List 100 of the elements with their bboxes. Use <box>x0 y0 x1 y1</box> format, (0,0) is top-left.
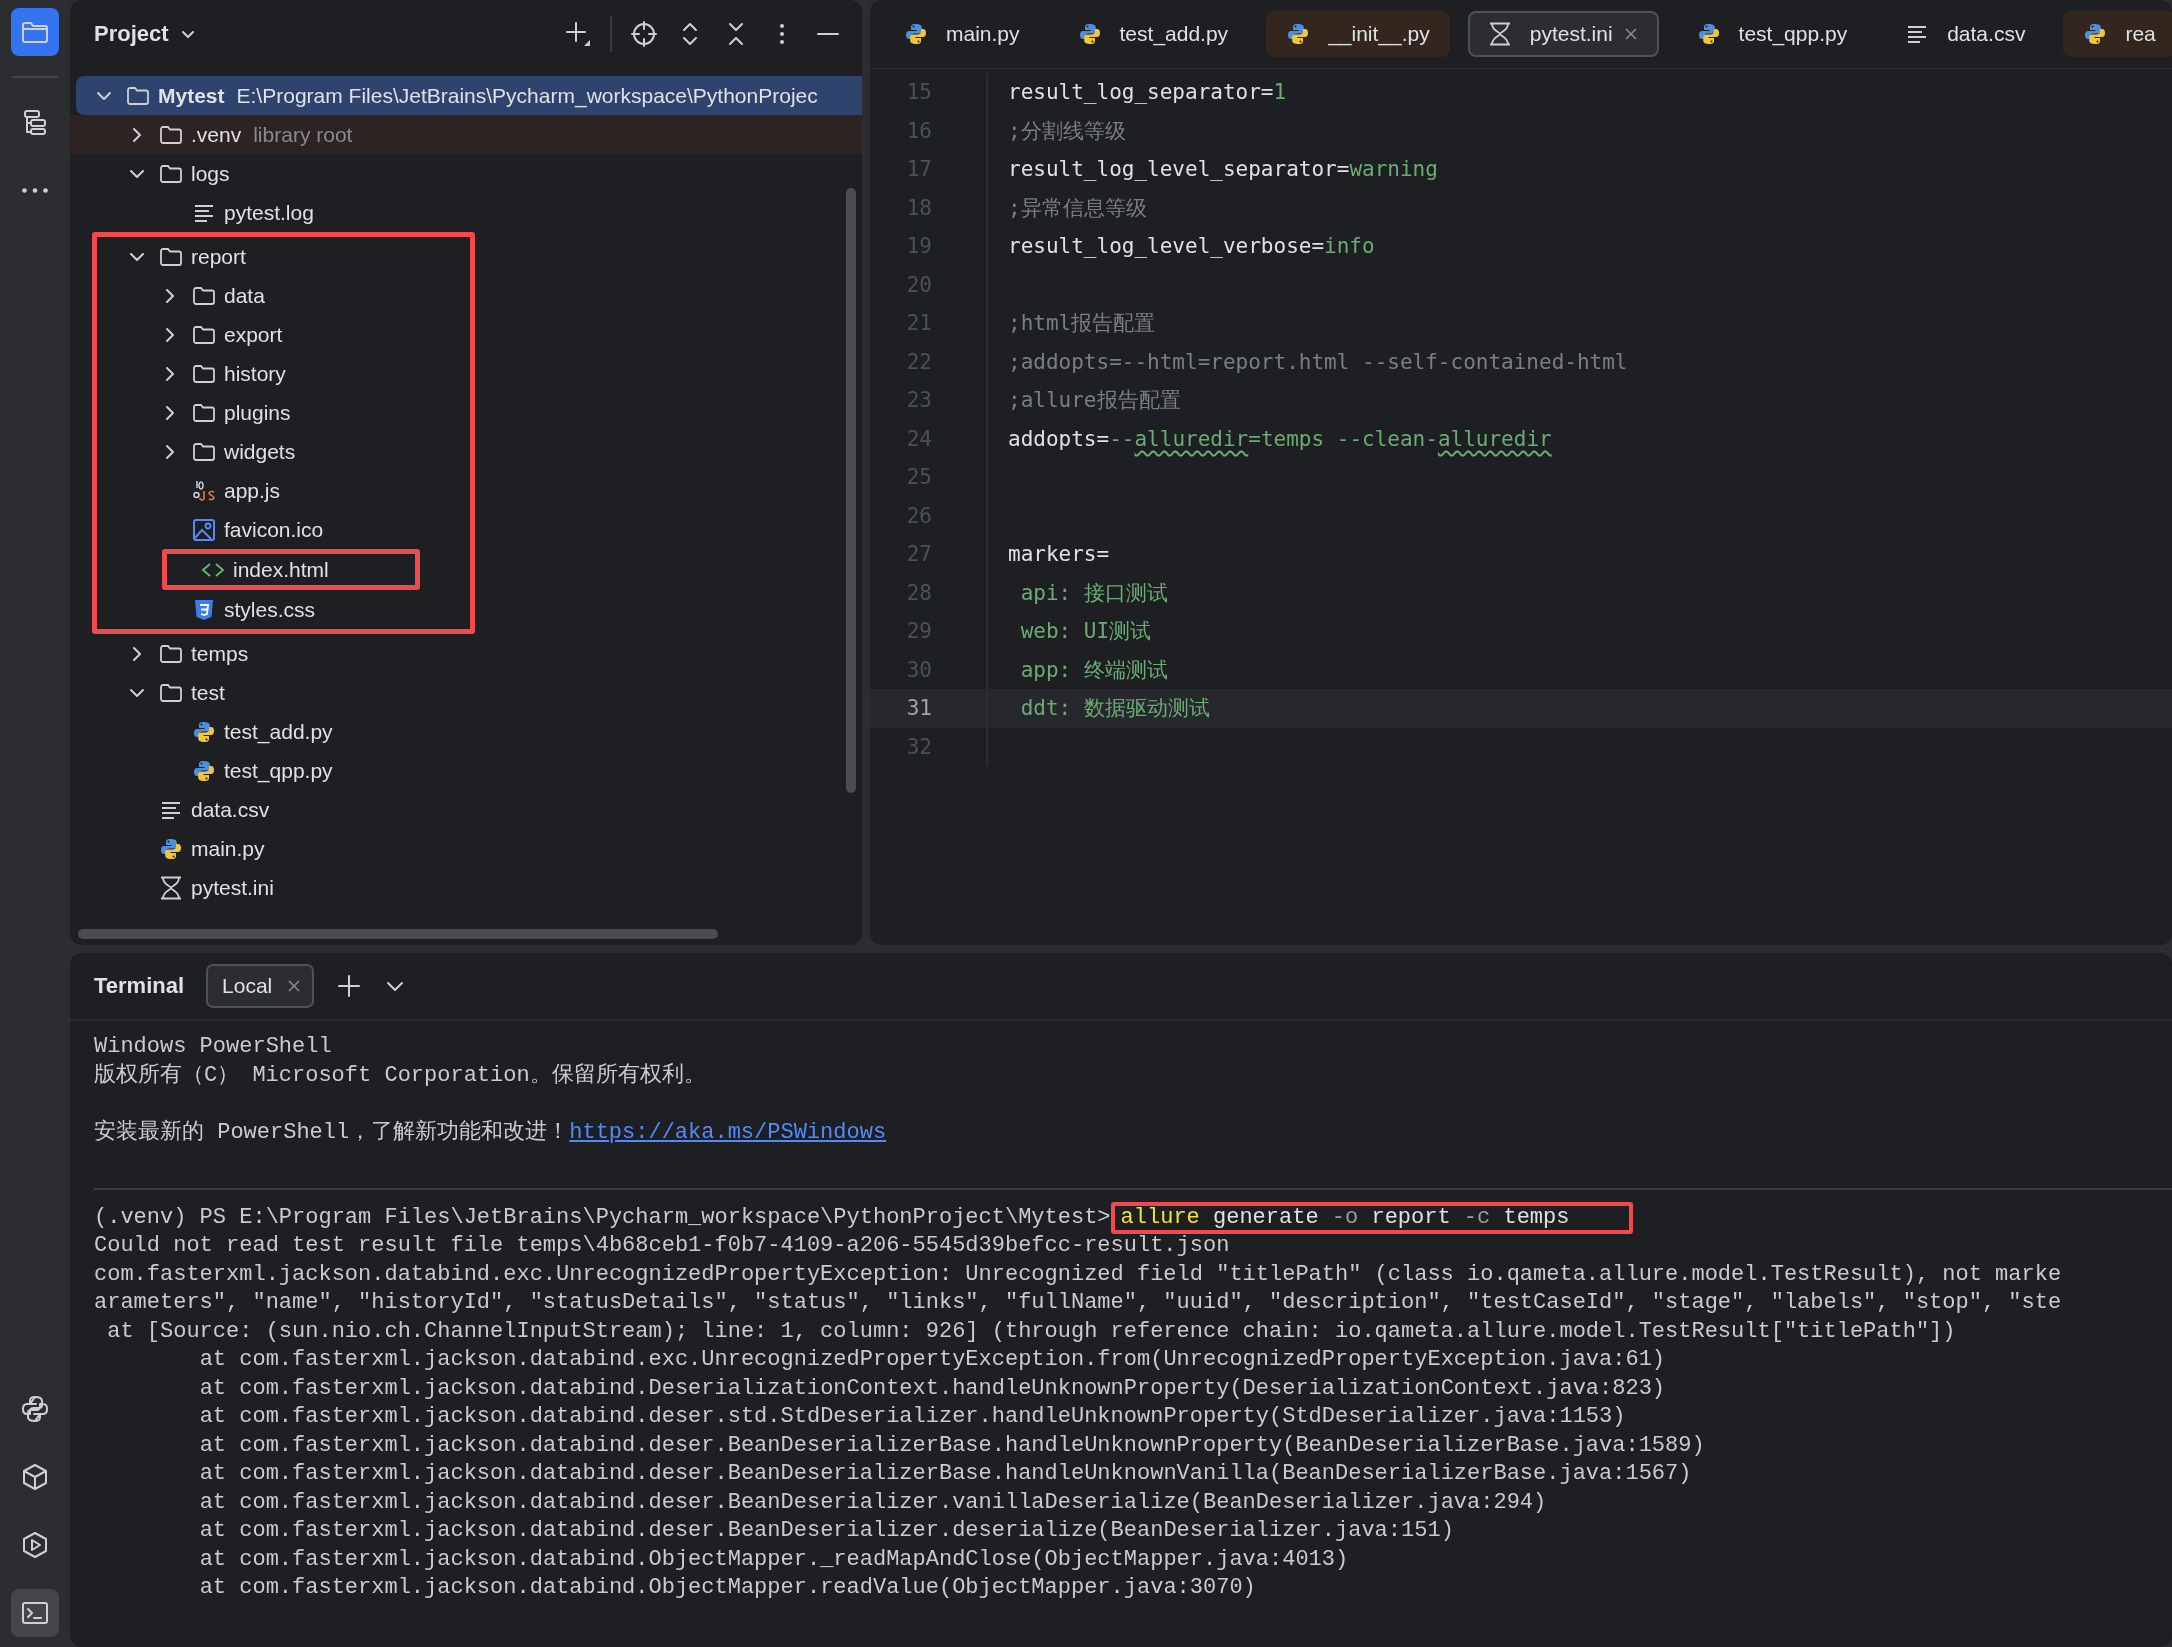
tree-item[interactable]: main.py <box>70 829 862 868</box>
panel-title: Terminal <box>94 973 185 999</box>
tree-item[interactable]: data <box>97 276 470 315</box>
tree-item[interactable]: temps <box>70 634 862 673</box>
code-line: markers= <box>1008 542 1110 567</box>
editor-tab[interactable]: __init__.py <box>1266 11 1450 57</box>
tree-item[interactable]: favicon.ico <box>97 510 470 549</box>
tree-item[interactable]: test_add.py <box>70 712 862 751</box>
terminal-line: at com.fasterxml.jackson.databind.exc.UnrecognizedPropertyException.from(UnrecognizedPropertyException.java:61) <box>198 1346 1667 1374</box>
terminal-line: at com.fasterxml.jackson.databind.deser.BeanDeserializerBase.handleUnknownProperty(BeanDeserializerBase.java:1589) <box>198 1431 1706 1460</box>
code-line: ddt: 数据驱动测试 <box>1019 695 1210 723</box>
file-name: pytest.ini <box>191 875 274 900</box>
file-name: test <box>191 680 225 705</box>
close-icon[interactable] <box>1622 26 1639 42</box>
plus-icon[interactable] <box>336 973 363 999</box>
command-text: allure generate -o report -c temps <box>1110 1201 1634 1234</box>
file-name: widgets <box>224 439 296 464</box>
tree-item[interactable]: Mytest E:\Program Files\JetBrains\Pycharm_workspace\PythonProjec <box>76 76 862 115</box>
code-line: ;addopts=--html=report.html --self-contained-html <box>1008 349 1628 374</box>
js-file-icon <box>192 478 216 503</box>
code-line: ;异常信息等级 <box>1008 194 1147 222</box>
file-name: main.py <box>191 836 265 861</box>
terminal-line: Windows PowerShell <box>94 1033 333 1061</box>
file-name: export <box>224 322 283 347</box>
editor-tab[interactable]: test_add.py <box>1057 11 1249 57</box>
python-icon <box>1077 22 1102 46</box>
file-name: app.js <box>224 478 281 503</box>
tree-item[interactable]: index.html <box>167 554 415 585</box>
python-outline-icon <box>20 1394 50 1424</box>
code-line: addopts=--alluredir=temps --clean-alluredir <box>1008 426 1552 451</box>
code-line: ;html报告配置 <box>1008 310 1156 338</box>
panel-title[interactable]: Project <box>94 21 169 47</box>
editor-tab[interactable]: main.py <box>884 11 1040 57</box>
terminal-button[interactable] <box>11 1589 59 1637</box>
tree-item[interactable]: test_qpp.py <box>70 751 862 790</box>
python-icon <box>1286 22 1311 46</box>
file-name: temps <box>191 641 249 666</box>
tree-item[interactable]: styles.css <box>97 590 470 629</box>
folder-button[interactable] <box>11 8 59 56</box>
tree-item[interactable]: history <box>97 354 470 393</box>
terminal-line: at com.fasterxml.jackson.databind.deser.BeanDeserializer.deserialize(BeanDeserializer.java:151) <box>198 1517 1455 1545</box>
line-number: 31 <box>905 696 932 721</box>
tree-item[interactable]: app.js <box>97 471 470 510</box>
code-line: ;allure报告配置 <box>1008 387 1181 415</box>
file-name: Mytest <box>158 83 225 108</box>
file-name: history <box>224 361 286 386</box>
code-line: api: 接口测试 <box>1019 579 1168 607</box>
file-name: data.csv <box>191 797 270 822</box>
terminal-line: at com.fasterxml.jackson.databind.deser.BeanDeserializer.vanillaDeserialize(BeanDeserializer.java:294) <box>198 1488 1548 1517</box>
tree-item[interactable]: pytest.log <box>70 193 862 232</box>
file-name: plugins <box>224 400 291 425</box>
terminal-line: at com.fasterxml.jackson.databind.ObjectMapper.readValue(ObjectMapper.java:3070) <box>198 1574 1257 1602</box>
tree-item[interactable]: test <box>70 673 862 712</box>
run-icon <box>20 1530 50 1560</box>
tree-item[interactable]: .venv library root <box>70 115 862 154</box>
python-icon <box>904 22 928 46</box>
python-icon <box>1696 22 1721 46</box>
terminal-tab[interactable]: Local <box>206 964 315 1008</box>
editor-tab[interactable]: data.csv <box>1885 11 2046 57</box>
tree-item[interactable]: plugins <box>97 393 470 432</box>
python-icon <box>192 719 216 744</box>
folder-hint: library root <box>253 122 353 147</box>
scrollbar[interactable] <box>846 188 856 793</box>
file-name: favicon.ico <box>224 517 324 542</box>
tree-item[interactable]: widgets <box>97 432 470 471</box>
file-name: .venv <box>191 122 242 147</box>
code-line: app: 终端测试 <box>1019 656 1168 684</box>
terminal-line: arameters", "name", "historyId", "statusDetails", "status", "links", "fullName", "uuid", "description", "testCaseId", "stage", "labels", "stop", "ste <box>94 1289 2063 1317</box>
terminal-line: at [Source: (sun.nio.ch.ChannelInputStream); line: 1, column: 926] (through reference chain: io.qameta.allure.model.TestResult["titlePath"]) <box>106 1317 1957 1346</box>
editor-tab[interactable]: rea <box>2063 11 2172 57</box>
terminal-line: com.fasterxml.jackson.databind.exc.UnrecognizedPropertyException: Unrecognized field "titlePath" (class io.qameta.allure.model.TestResult), not marke <box>94 1260 2063 1289</box>
python-icon <box>192 758 216 783</box>
code-line: web: UI测试 <box>1019 618 1152 646</box>
terminal-line: 版权所有（C） Microsoft Corporation。保留所有权利。 <box>94 1061 707 1090</box>
tree-item[interactable]: pytest.ini <box>70 868 862 907</box>
scrollbar[interactable] <box>78 929 718 939</box>
hourglass-icon <box>1487 22 1512 46</box>
tree-item[interactable]: report <box>97 237 470 276</box>
crosshair-icon[interactable] <box>630 20 658 48</box>
terminal-line: 安装最新的 PowerShell，了解新功能和改进！https://aka.ms/PSWindows <box>94 1118 888 1147</box>
editor-tab[interactable]: pytest.ini <box>1467 11 1659 57</box>
plus-icon[interactable] <box>564 20 592 48</box>
code-line: result_log_separator=1 <box>1008 80 1287 105</box>
package-icon <box>20 1462 50 1492</box>
file-name: report <box>191 244 246 269</box>
folder-path: E:\Program Files\JetBrains\Pycharm_workspace\PythonProjec <box>236 83 818 108</box>
terminal-line: at com.fasterxml.jackson.databind.ObjectMapper._readMapAndClose(ObjectMapper.java:4013) <box>198 1545 1350 1574</box>
code-line: result_log_level_verbose=info <box>1008 234 1375 259</box>
more-icon <box>21 186 49 194</box>
tree-item[interactable]: logs <box>70 154 862 193</box>
code-line: result_log_level_separator=warning <box>1008 157 1438 182</box>
link[interactable]: https://aka.ms/PSWindows <box>569 1119 887 1145</box>
editor-tab[interactable]: test_qpp.py <box>1676 11 1868 57</box>
python-icon <box>159 836 183 861</box>
terminal-line: at com.fasterxml.jackson.databind.deser.std.StdDeserializer.handleUnknownProperty(StdDeserializer.java:1153) <box>198 1403 1627 1431</box>
file-name: test_add.py <box>224 719 333 744</box>
tree-item[interactable]: export <box>97 315 470 354</box>
tree-item[interactable]: data.csv <box>70 790 862 829</box>
code-line: ;分割线等级 <box>1008 117 1126 145</box>
close-icon[interactable] <box>286 978 303 994</box>
